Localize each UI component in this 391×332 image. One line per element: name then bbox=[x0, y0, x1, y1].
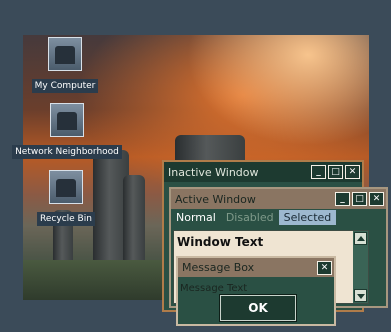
close-button[interactable]: ✕ bbox=[345, 165, 360, 179]
recycle-bin-icon bbox=[49, 170, 83, 204]
desktop-icon-network-neighborhood[interactable]: Network Neighborhood bbox=[4, 103, 130, 159]
message-box-titlebar[interactable]: Message Box ✕ bbox=[178, 258, 334, 277]
menu-item-selected[interactable]: Selected bbox=[278, 210, 337, 225]
scroll-down-arrow-icon[interactable] bbox=[354, 289, 367, 302]
minimize-button[interactable]: _ bbox=[335, 192, 350, 206]
network-icon bbox=[50, 103, 84, 137]
inactive-window-titlebar[interactable]: Inactive Window _ □ ✕ bbox=[164, 162, 362, 182]
close-button[interactable]: ✕ bbox=[369, 192, 384, 206]
menu-bar: Normal Disabled Selected bbox=[171, 209, 386, 226]
desktop-icon-label: My Computer bbox=[31, 79, 99, 93]
message-box[interactable]: Message Box ✕ Message Text OK bbox=[176, 256, 336, 326]
wallpaper-stone bbox=[123, 175, 145, 270]
ok-button[interactable]: OK bbox=[219, 294, 297, 322]
close-button[interactable]: ✕ bbox=[317, 260, 332, 275]
computer-icon bbox=[48, 37, 82, 71]
active-window-titlebar[interactable]: Active Window _ □ ✕ bbox=[171, 189, 386, 209]
appearance-preview: My Computer Network Neighborhood Recycle… bbox=[0, 0, 391, 332]
vertical-scrollbar[interactable] bbox=[353, 231, 368, 303]
maximize-button[interactable]: □ bbox=[328, 165, 343, 179]
active-window-title: Active Window bbox=[175, 192, 256, 206]
inactive-window-title: Inactive Window bbox=[168, 165, 259, 179]
desktop-icon-label: Recycle Bin bbox=[37, 212, 95, 226]
maximize-button[interactable]: □ bbox=[352, 192, 367, 206]
desktop-icon-recycle-bin[interactable]: Recycle Bin bbox=[28, 170, 104, 226]
menu-item-normal[interactable]: Normal bbox=[171, 210, 221, 225]
desktop-icon-my-computer[interactable]: My Computer bbox=[27, 37, 103, 93]
message-box-title: Message Box bbox=[182, 261, 255, 274]
menu-item-disabled: Disabled bbox=[225, 211, 274, 224]
scroll-up-arrow-icon[interactable] bbox=[354, 232, 367, 245]
window-text: Window Text bbox=[177, 235, 264, 249]
message-text: Message Text bbox=[180, 283, 248, 294]
minimize-button[interactable]: _ bbox=[311, 165, 326, 179]
desktop-icon-label: Network Neighborhood bbox=[12, 145, 122, 159]
